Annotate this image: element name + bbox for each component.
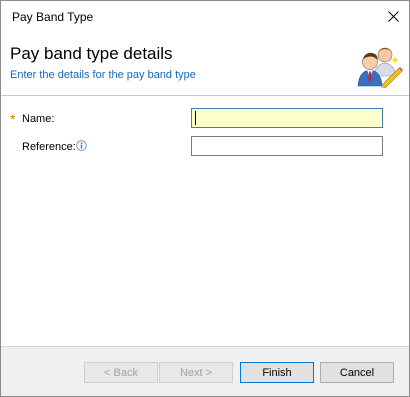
name-label: Name: xyxy=(22,113,55,125)
finish-button[interactable]: Finish xyxy=(240,362,314,383)
wizard-header: Pay band type details Enter the details … xyxy=(1,32,409,95)
name-field[interactable] xyxy=(191,108,383,128)
info-icon[interactable] xyxy=(76,140,87,151)
title-bar: Pay Band Type xyxy=(1,1,409,32)
reference-field[interactable] xyxy=(191,136,383,156)
footer-divider xyxy=(1,346,409,347)
page-subtitle: Enter the details for the pay band type xyxy=(10,69,196,81)
window-title: Pay Band Type xyxy=(12,10,94,24)
next-button[interactable]: Next > xyxy=(159,362,233,383)
cancel-button[interactable]: Cancel xyxy=(320,362,394,383)
close-button[interactable] xyxy=(377,1,409,32)
details-form: * Name: Reference: xyxy=(1,96,409,346)
reference-label: Reference: xyxy=(22,141,76,153)
users-icon xyxy=(357,47,403,88)
close-icon xyxy=(387,11,399,22)
page-title: Pay band type details xyxy=(10,44,173,63)
dialog-window: Pay Band Type Pay band type details Ente… xyxy=(0,0,410,397)
back-button[interactable]: < Back xyxy=(84,362,158,383)
required-marker: * xyxy=(10,111,16,127)
text-cursor xyxy=(195,111,196,125)
